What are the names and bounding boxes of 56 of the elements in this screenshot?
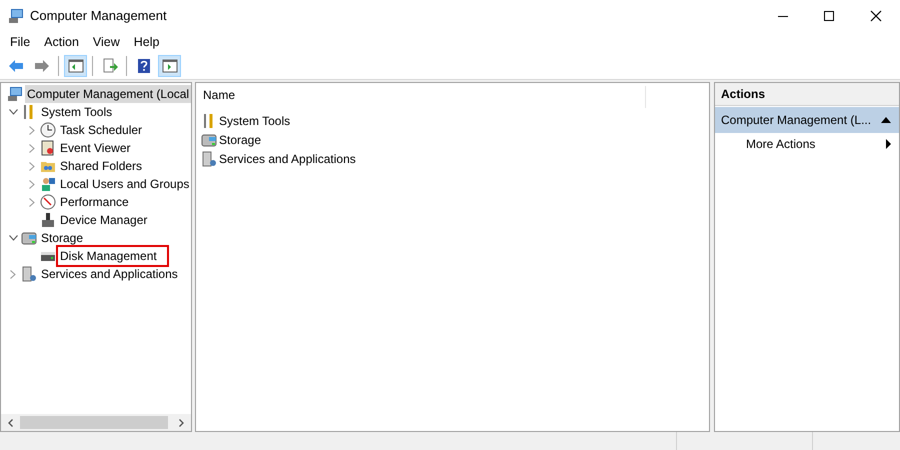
actions-section-header[interactable]: Computer Management (L... bbox=[715, 107, 899, 133]
drive-icon bbox=[201, 132, 217, 148]
list-item[interactable]: Services and Applications bbox=[219, 150, 356, 168]
export-icon bbox=[102, 58, 118, 74]
menu-item[interactable]: File bbox=[4, 32, 36, 52]
tree-item[interactable]: Device Manager bbox=[58, 211, 150, 229]
forward-arrow-icon bbox=[34, 58, 50, 74]
collapse-icon[interactable] bbox=[881, 117, 891, 123]
tree-item[interactable]: Computer Management (Local bbox=[25, 85, 191, 103]
menu-item[interactable]: View bbox=[86, 32, 126, 52]
actions-header: Actions bbox=[715, 83, 899, 106]
pane-button[interactable] bbox=[64, 54, 87, 76]
menu-item[interactable]: Action bbox=[38, 32, 85, 52]
tree-item[interactable]: Disk Management bbox=[58, 247, 167, 265]
pane-icon bbox=[162, 58, 178, 74]
device-icon bbox=[40, 212, 56, 228]
tree-item[interactable]: Event Viewer bbox=[58, 139, 132, 157]
computer-icon bbox=[8, 8, 24, 24]
tree-item[interactable]: Services and Applications bbox=[39, 265, 180, 283]
chevron-right-icon[interactable] bbox=[10, 270, 16, 278]
tree-item[interactable]: Local Users and Groups bbox=[58, 175, 191, 193]
action-link[interactable]: More Actions bbox=[746, 135, 886, 153]
chevron-down-icon[interactable] bbox=[8, 109, 18, 115]
server-icon bbox=[21, 266, 37, 282]
drive-icon bbox=[21, 230, 37, 246]
chevron-right-icon[interactable] bbox=[29, 198, 35, 206]
help-icon bbox=[136, 58, 152, 74]
horizontal-scrollbar[interactable] bbox=[1, 414, 191, 431]
list-item[interactable]: Storage bbox=[219, 130, 262, 148]
computer-icon bbox=[7, 86, 23, 102]
chevron-right-icon[interactable] bbox=[29, 144, 35, 152]
list-item[interactable]: System Tools bbox=[219, 112, 290, 130]
back-arrow-icon bbox=[8, 58, 24, 74]
tree-item[interactable]: Task Scheduler bbox=[58, 121, 144, 139]
log-icon bbox=[40, 140, 56, 156]
tree-item[interactable]: Storage bbox=[39, 229, 86, 247]
chevron-down-icon[interactable] bbox=[8, 235, 18, 241]
tree-item[interactable]: Performance bbox=[58, 193, 131, 211]
users-icon bbox=[40, 176, 56, 192]
close-icon[interactable] bbox=[870, 10, 882, 22]
column-header[interactable]: Name bbox=[196, 86, 646, 108]
menu-item[interactable]: Help bbox=[128, 32, 166, 52]
gauge-icon bbox=[40, 194, 56, 210]
clock-icon bbox=[40, 122, 56, 138]
chevron-right-icon[interactable] bbox=[29, 180, 35, 188]
submenu-arrow-icon[interactable] bbox=[886, 139, 891, 149]
pane-button[interactable] bbox=[158, 54, 181, 76]
pane-icon bbox=[68, 58, 84, 74]
server-icon bbox=[201, 150, 217, 166]
chevron-right-icon[interactable] bbox=[29, 162, 35, 170]
window-title: Computer Management bbox=[30, 7, 167, 26]
tree-item[interactable]: System Tools bbox=[39, 103, 114, 121]
chevron-right-icon[interactable] bbox=[29, 126, 35, 134]
scroll-left-icon[interactable] bbox=[8, 418, 13, 426]
tree-item[interactable]: Shared Folders bbox=[58, 157, 144, 175]
scroll-right-icon[interactable] bbox=[179, 418, 184, 426]
